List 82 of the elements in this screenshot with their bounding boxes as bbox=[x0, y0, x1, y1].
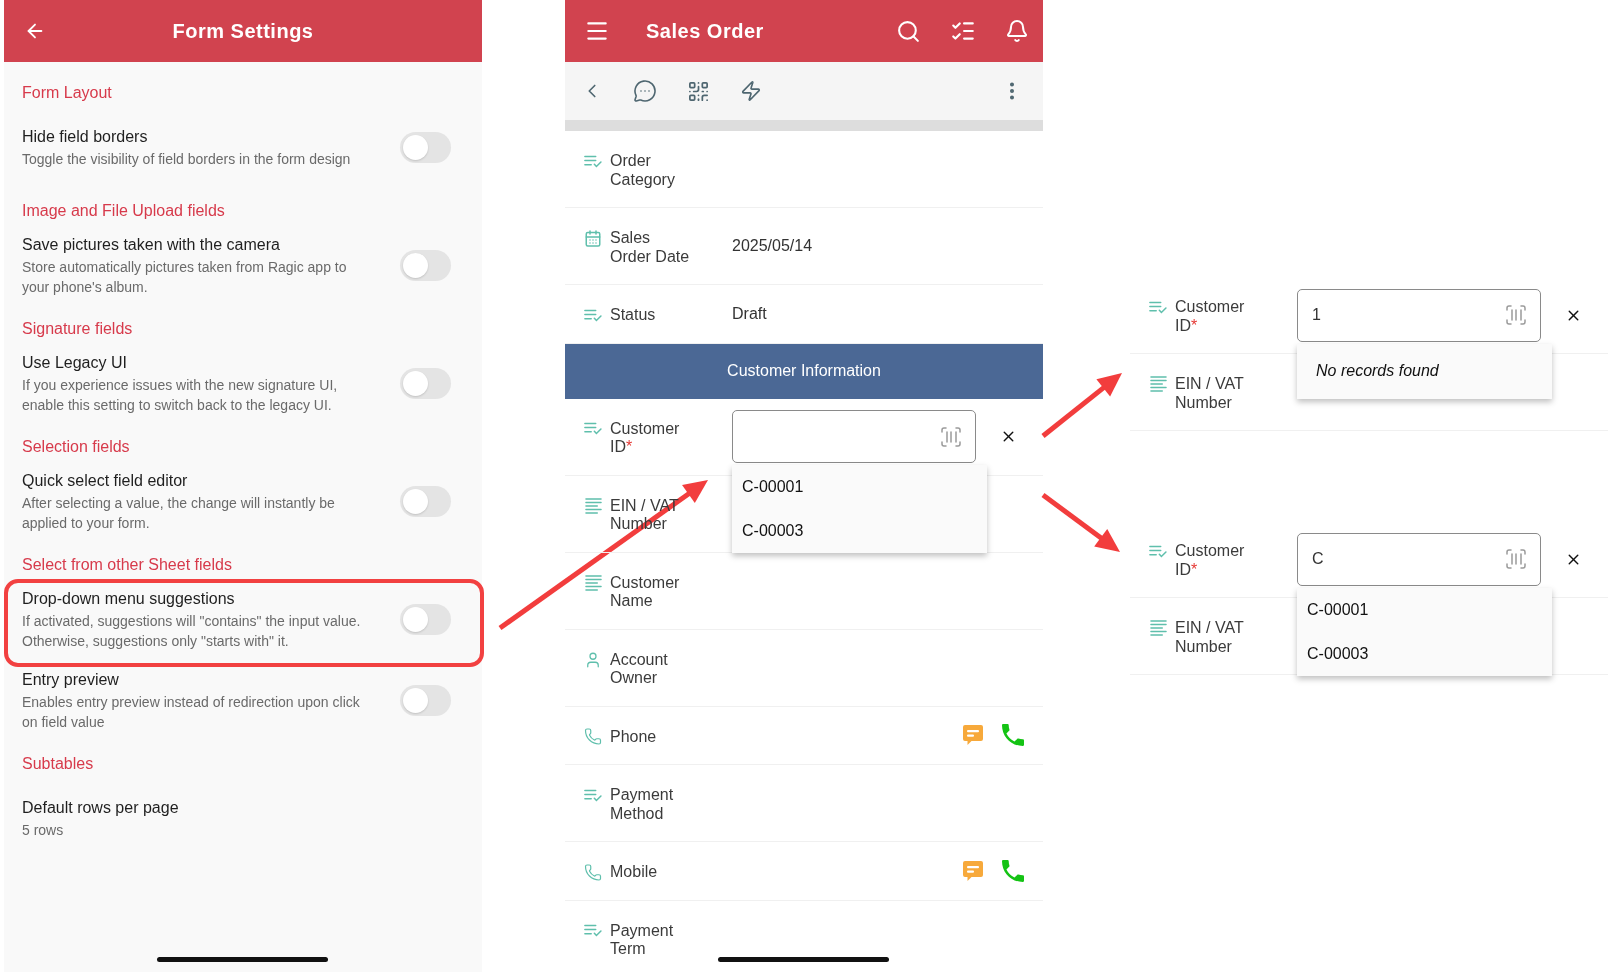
search-icon[interactable] bbox=[896, 18, 921, 44]
field-label: Phone bbox=[610, 726, 658, 747]
setting-label: Entry preview bbox=[22, 670, 120, 690]
list-check-icon bbox=[584, 788, 602, 802]
dropdown-option[interactable]: C-00003 bbox=[1297, 631, 1552, 676]
setting-label: Use Legacy UI bbox=[22, 353, 128, 373]
field-value: 2025/05/14 bbox=[732, 237, 813, 255]
toggle-switch[interactable] bbox=[400, 250, 451, 281]
field-label: Account Owner bbox=[610, 649, 669, 688]
setting-description: After selecting a value, the change will instantly be applied to your form. bbox=[22, 494, 336, 533]
section-heading: Selection fields bbox=[21, 437, 131, 457]
list-check-icon bbox=[1149, 544, 1167, 558]
suggestion-dropdown[interactable]: C-00001 C-00003 bbox=[1297, 587, 1552, 676]
no-results-message: No records found bbox=[1316, 362, 1439, 380]
dropdown-option[interactable]: C-00001 bbox=[1297, 587, 1552, 632]
list-check-icon bbox=[1149, 300, 1167, 314]
toggle-switch[interactable] bbox=[400, 486, 451, 517]
phone-call-icon[interactable] bbox=[1002, 859, 1024, 882]
toggle-switch[interactable] bbox=[400, 604, 451, 635]
field-label: Payment Term bbox=[610, 920, 675, 959]
phone-icon bbox=[584, 727, 602, 746]
field-label: Customer ID* bbox=[1175, 297, 1246, 336]
field-label: EIN / VAT Number bbox=[1175, 618, 1245, 657]
section-heading: Form Layout bbox=[21, 83, 113, 103]
barcode-scan-icon[interactable] bbox=[939, 424, 963, 449]
setting-value: 5 rows bbox=[22, 821, 65, 840]
text-lines-icon bbox=[584, 497, 602, 514]
bell-icon[interactable] bbox=[1005, 19, 1029, 43]
setting-description: Toggle the visibility of field borders in the form design bbox=[22, 150, 352, 169]
setting-label: Default rows per page bbox=[22, 798, 180, 818]
section-heading: Signature fields bbox=[21, 319, 134, 339]
setting-label: Quick select field editor bbox=[22, 471, 189, 491]
section-header: Customer Information bbox=[565, 343, 1043, 399]
field-label: EIN / VAT Number bbox=[1175, 374, 1245, 413]
field-label: Payment Method bbox=[610, 785, 675, 824]
barcode-scan-icon[interactable] bbox=[1504, 303, 1528, 327]
chat-bubble-icon[interactable] bbox=[633, 79, 657, 103]
phone-icon bbox=[584, 862, 602, 882]
suggestion-dropdown[interactable]: C-00001 C-00003 bbox=[732, 465, 987, 553]
barcode-scan-icon[interactable] bbox=[1504, 547, 1528, 571]
input-field[interactable]: C bbox=[1297, 532, 1541, 586]
field-label: Mobile bbox=[610, 862, 659, 882]
toggle-switch[interactable] bbox=[400, 368, 451, 399]
list-check-icon bbox=[584, 308, 602, 322]
setting-description: Store automatically pictures taken from Ragic app to your phone's album. bbox=[22, 258, 348, 297]
screen-title: Form Settings bbox=[171, 19, 315, 43]
dropdown-option[interactable]: C-00001 bbox=[732, 465, 987, 509]
field-label: Customer ID* bbox=[1175, 541, 1246, 580]
setting-description: Enables entry preview instead of redirection upon click on field value bbox=[22, 693, 361, 732]
setting-description: If activated, suggestions will "contains" the input value. Otherwise, suggestions only "starts with" it. bbox=[22, 612, 362, 651]
section-heading: Select from other Sheet fields bbox=[21, 555, 233, 575]
field-label: Customer ID* bbox=[610, 418, 681, 457]
dropdown-option[interactable]: C-00003 bbox=[732, 509, 987, 553]
field-label: Sales Order Date bbox=[610, 228, 691, 267]
message-icon[interactable] bbox=[962, 859, 984, 882]
field-label: Customer Name bbox=[610, 572, 681, 611]
screen-title: Sales Order bbox=[646, 19, 764, 43]
phone-call-icon[interactable] bbox=[1002, 724, 1024, 747]
field-label: Status bbox=[610, 305, 657, 325]
text-lines-icon bbox=[584, 574, 602, 591]
lightning-icon[interactable] bbox=[740, 80, 762, 102]
section-heading: Image and File Upload fields bbox=[21, 201, 226, 221]
text-lines-icon bbox=[1149, 620, 1167, 636]
setting-description: If you experience issues with the new signature UI, enable this setting to switch back to the legacy UI. bbox=[22, 376, 339, 415]
toggle-switch[interactable] bbox=[400, 685, 451, 716]
list-check-icon bbox=[584, 422, 602, 435]
input-field[interactable]: 1 bbox=[1297, 288, 1541, 342]
setting-label: Drop-down menu suggestions bbox=[22, 589, 236, 609]
field-label: Order Category bbox=[610, 151, 676, 190]
calendar-icon bbox=[584, 228, 602, 248]
toggle-switch[interactable] bbox=[400, 132, 451, 163]
list-check-icon bbox=[584, 924, 602, 937]
section-heading: Subtables bbox=[21, 754, 95, 774]
suggestion-dropdown[interactable]: No records found bbox=[1297, 343, 1552, 399]
setting-label: Hide field borders bbox=[22, 127, 149, 147]
text-lines-icon bbox=[1149, 376, 1167, 392]
list-check-icon bbox=[584, 154, 602, 168]
setting-label: Save pictures taken with the camera bbox=[22, 235, 281, 255]
field-value: Draft bbox=[732, 304, 767, 323]
qr-code-icon[interactable] bbox=[687, 79, 710, 103]
message-icon[interactable] bbox=[962, 724, 984, 747]
input-field[interactable] bbox=[732, 410, 976, 463]
